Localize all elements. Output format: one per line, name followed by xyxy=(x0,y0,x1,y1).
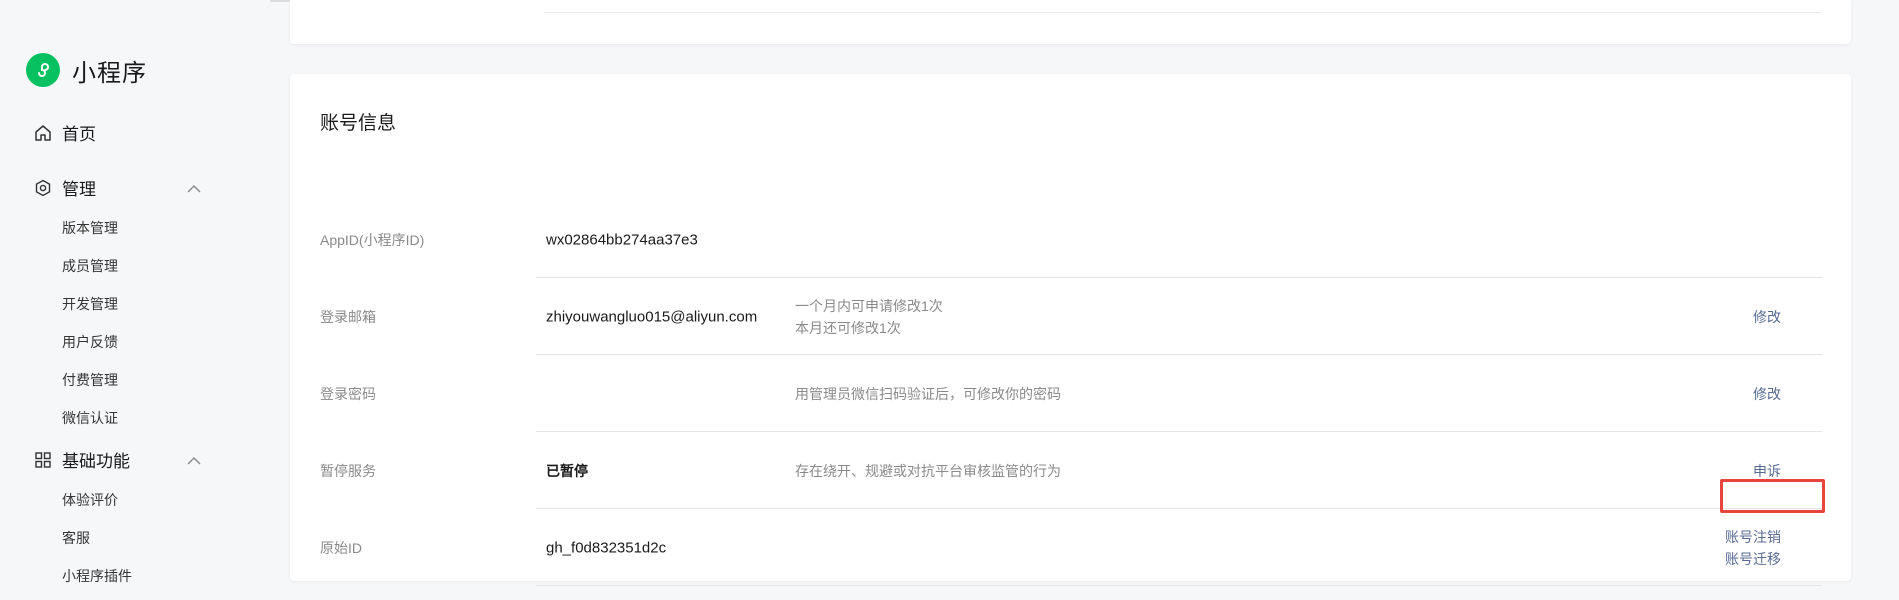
row-label: 登录密码 xyxy=(320,385,376,402)
sidebar-item-service[interactable]: 客服 xyxy=(62,528,90,548)
sidebar-item-rating[interactable]: 体验评价 xyxy=(62,490,118,510)
sidebar-item-verify[interactable]: 微信认证 xyxy=(62,408,118,428)
sidebar-item-label: 管理 xyxy=(62,180,96,199)
modify-password-link[interactable]: 修改 xyxy=(1753,384,1781,404)
grid-icon xyxy=(34,451,52,469)
sidebar-item-dev[interactable]: 开发管理 xyxy=(62,294,118,314)
brand[interactable]: 小程序 xyxy=(26,52,147,88)
account-actions: 账号注销 账号迁移 xyxy=(1725,526,1781,570)
email-hint-line: 一个月内可申请修改1次 xyxy=(795,297,943,314)
row-label: 暂停服务 xyxy=(320,462,376,479)
sidebar-item-payment[interactable]: 付费管理 xyxy=(62,370,118,390)
sidebar: 小程序 首页 管理 版本管理 成员管理 开发管理 用户反馈 付费管理 微信认证 … xyxy=(0,0,270,600)
sidebar-item-plugins[interactable]: 小程序插件 xyxy=(62,566,132,586)
email-hint-line: 本月还可修改1次 xyxy=(795,319,901,336)
sidebar-item-feedback[interactable]: 用户反馈 xyxy=(62,332,118,352)
row-login-email: 登录邮箱 zhiyouwangluo015@aliyun.com 一个月内可申请… xyxy=(290,278,1851,355)
sidebar-item-label: 首页 xyxy=(62,125,96,144)
suspend-reason: 存在绕开、规避或对抗平台审核监管的行为 xyxy=(795,462,1061,479)
row-login-password: 登录密码 用管理员微信扫码验证后，可修改你的密码 修改 xyxy=(290,355,1851,432)
divider xyxy=(545,12,1821,13)
account-migrate-link[interactable]: 账号迁移 xyxy=(1725,548,1781,570)
home-icon xyxy=(34,124,52,142)
modify-email-link[interactable]: 修改 xyxy=(1753,307,1781,327)
email-value: zhiyouwangluo015@aliyun.com xyxy=(546,308,758,325)
row-suspend-service: 暂停服务 已暂停 存在绕开、规避或对抗平台审核监管的行为 申诉 xyxy=(290,432,1851,509)
sidebar-item-label: 基础功能 xyxy=(62,452,130,471)
sidebar-item-home[interactable]: 首页 xyxy=(34,120,96,145)
hexagon-settings-icon xyxy=(34,179,52,197)
row-label: 原始ID xyxy=(320,539,362,556)
previous-card xyxy=(290,0,1851,44)
mini-program-logo-icon xyxy=(26,53,60,87)
password-hint: 用管理员微信扫码验证后，可修改你的密码 xyxy=(795,385,1061,402)
sidebar-item-version[interactable]: 版本管理 xyxy=(62,218,118,238)
brand-name: 小程序 xyxy=(72,59,147,87)
card-title: 账号信息 xyxy=(320,113,397,134)
row-label: AppID(小程序ID) xyxy=(320,231,425,248)
sidebar-item-members[interactable]: 成员管理 xyxy=(62,256,118,276)
row-appid: AppID(小程序ID) wx02864bb274aa37e3 xyxy=(290,201,1851,278)
account-info-card: 账号信息 AppID(小程序ID) wx02864bb274aa37e3 登录邮… xyxy=(290,74,1851,586)
email-hint: 一个月内可申请修改1次 本月还可修改1次 xyxy=(795,295,943,339)
sidebar-item-basic[interactable]: 基础功能 xyxy=(34,447,204,472)
chevron-up-icon[interactable] xyxy=(187,179,201,193)
appid-value: wx02864bb274aa37e3 xyxy=(546,231,698,248)
divider xyxy=(536,585,1822,586)
account-cancel-link[interactable]: 账号注销 xyxy=(1725,526,1781,548)
suspend-status: 已暂停 xyxy=(546,462,588,479)
chevron-up-icon[interactable] xyxy=(187,451,201,465)
row-original-id: 原始ID gh_f0d832351d2c 账号注销 账号迁移 xyxy=(290,509,1851,586)
sidebar-item-manage[interactable]: 管理 xyxy=(34,175,204,200)
appeal-link[interactable]: 申诉 xyxy=(1753,461,1781,481)
row-label: 登录邮箱 xyxy=(320,308,376,325)
original-id-value: gh_f0d832351d2c xyxy=(546,539,667,556)
highlight-box xyxy=(1720,479,1825,513)
